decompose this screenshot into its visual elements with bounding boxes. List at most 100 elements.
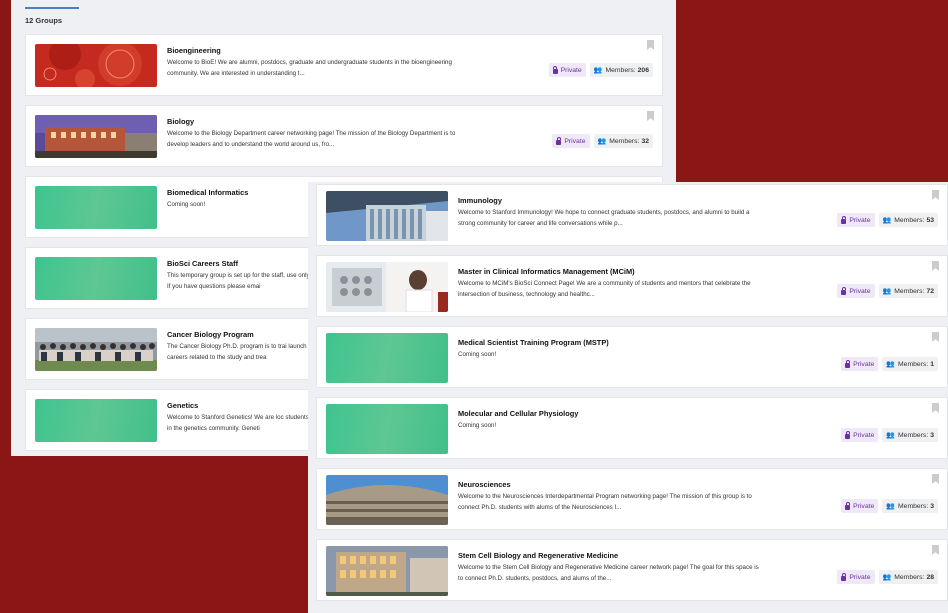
group-description: Welcome to the Stem Cell Biology and Reg…: [458, 564, 759, 582]
members-badge: 👥 Members: 28: [878, 570, 938, 584]
badge-group: Private 👥 Members: 3: [841, 428, 938, 442]
lock-icon: [845, 430, 851, 439]
people-icon: 👥: [886, 361, 895, 368]
neurosciences-building-image: [326, 475, 448, 525]
group-description: Welcome to MCiM's BioSci Connect Page! W…: [458, 280, 751, 298]
lock-icon: [556, 136, 562, 145]
group-description: Coming soon!: [458, 351, 497, 358]
people-icon: 👥: [882, 574, 892, 581]
bookmark-icon[interactable]: [932, 403, 939, 413]
badge-group: Private 👥 Members: 1: [841, 357, 938, 371]
group-title[interactable]: Stem Cell Biology and Regenerative Medic…: [458, 551, 618, 560]
group-thumbnail: [35, 186, 157, 229]
badge-group: Private 👥 Members: 72: [837, 284, 938, 298]
private-badge: Private: [837, 570, 875, 584]
private-badge: Private: [837, 213, 875, 227]
mcim-lab-image: [326, 262, 448, 312]
group-thumbnail: [35, 399, 157, 442]
members-badge: 👥 Members: 3: [882, 428, 938, 442]
group-description: Welcome to Stanford Immunology! We hope …: [458, 209, 750, 227]
bookmark-icon[interactable]: [932, 261, 939, 271]
private-badge: Private: [841, 499, 879, 513]
group-description: Welcome to Stanford Genetics! We are loc…: [167, 414, 309, 432]
members-badge: 👥 Members: 72: [878, 284, 938, 298]
group-title[interactable]: Medical Scientist Training Program (MSTP…: [458, 338, 609, 347]
bookmark-icon[interactable]: [932, 545, 939, 555]
badge-group: Private 👥 Members: 206: [548, 63, 653, 77]
group-thumbnail: [326, 546, 448, 596]
private-badge: Private: [552, 134, 590, 148]
bookmark-icon[interactable]: [932, 332, 939, 342]
group-card-stem-cell-biology[interactable]: Stem Cell Biology and Regenerative Medic…: [316, 539, 948, 601]
group-thumbnail: [326, 191, 448, 241]
members-badge: 👥 Members: 32: [593, 134, 653, 148]
bookmark-icon[interactable]: [932, 190, 939, 200]
badge-group: Private 👥 Members: 3: [841, 499, 938, 513]
group-title[interactable]: Biology: [167, 117, 194, 126]
group-description: The Cancer Biology Ph.D. program is to t…: [167, 343, 307, 361]
group-description: Welcome to BioE! We are alumni, postdocs…: [167, 59, 452, 77]
groups-list-panel-continued: Immunology Welcome to Stanford Immunolog…: [308, 182, 948, 613]
group-title[interactable]: Molecular and Cellular Physiology: [458, 409, 578, 418]
group-thumbnail: [35, 257, 157, 300]
private-badge: Private: [841, 357, 879, 371]
group-title[interactable]: Biomedical Informatics: [167, 188, 248, 197]
group-card-mcim[interactable]: Master in Clinical Informatics Managemen…: [316, 255, 948, 317]
immunology-building-image: [326, 191, 448, 241]
group-description: Welcome to the Neurosciences Interdepart…: [458, 493, 752, 511]
group-card-bioengineering[interactable]: Bioengineering Welcome to BioE! We are a…: [25, 34, 663, 96]
group-title[interactable]: Bioengineering: [167, 46, 221, 55]
group-thumbnail: [35, 44, 157, 87]
tab-underline: [25, 7, 79, 9]
group-thumbnail: [35, 328, 157, 371]
group-card-biology[interactable]: Biology Welcome to the Biology Departmen…: [25, 105, 663, 167]
lock-icon: [841, 286, 847, 295]
group-count: 12 Groups: [25, 16, 63, 25]
members-badge: 👥 Members: 206: [589, 63, 653, 77]
people-icon: 👥: [882, 288, 892, 295]
badge-group: Private 👥 Members: 32: [552, 134, 653, 148]
group-title[interactable]: Master in Clinical Informatics Managemen…: [458, 267, 635, 276]
group-thumbnail: [35, 115, 157, 158]
group-title[interactable]: Neurosciences: [458, 480, 511, 489]
group-title[interactable]: BioSci Careers Staff: [167, 259, 238, 268]
members-badge: 👥 Members: 53: [878, 213, 938, 227]
group-card-neurosciences[interactable]: Neurosciences Welcome to the Neuroscienc…: [316, 468, 948, 530]
group-card-molecular-cellular-physiology[interactable]: Molecular and Cellular Physiology Coming…: [316, 397, 948, 459]
badge-group: Private 👥 Members: 53: [837, 213, 938, 227]
bioengineering-image: [35, 44, 157, 87]
private-badge: Private: [548, 63, 586, 77]
bookmark-icon[interactable]: [647, 40, 654, 50]
lock-icon: [841, 572, 847, 581]
people-icon: 👥: [882, 217, 892, 224]
group-thumbnail: [326, 262, 448, 312]
group-description: This temporary group is set up for the s…: [167, 272, 311, 290]
group-description: Welcome to the Biology Department career…: [167, 130, 456, 148]
group-thumbnail: [326, 333, 448, 383]
group-description: Coming soon!: [458, 422, 497, 429]
stem-cell-building-image: [326, 546, 448, 596]
private-badge: Private: [837, 284, 875, 298]
people-icon: 👥: [593, 67, 603, 74]
lock-icon: [841, 215, 847, 224]
lock-icon: [845, 359, 851, 368]
group-title[interactable]: Immunology: [458, 196, 502, 205]
group-title[interactable]: Genetics: [167, 401, 198, 410]
people-icon: 👥: [597, 138, 607, 145]
group-card-mstp[interactable]: Medical Scientist Training Program (MSTP…: [316, 326, 948, 388]
group-card-immunology[interactable]: Immunology Welcome to Stanford Immunolog…: [316, 184, 948, 246]
group-title[interactable]: Cancer Biology Program: [167, 330, 254, 339]
people-icon: 👥: [886, 503, 895, 510]
bookmark-icon[interactable]: [647, 111, 654, 121]
biology-building-image: [35, 115, 157, 158]
private-badge: Private: [841, 428, 879, 442]
lock-icon: [552, 65, 558, 74]
group-thumbnail: [326, 404, 448, 454]
lock-icon: [845, 501, 851, 510]
bookmark-icon[interactable]: [932, 474, 939, 484]
group-thumbnail: [326, 475, 448, 525]
members-badge: 👥 Members: 1: [882, 357, 938, 371]
members-badge: 👥 Members: 3: [882, 499, 938, 513]
people-icon: 👥: [886, 432, 895, 439]
cancer-biology-group-photo: [35, 328, 157, 371]
